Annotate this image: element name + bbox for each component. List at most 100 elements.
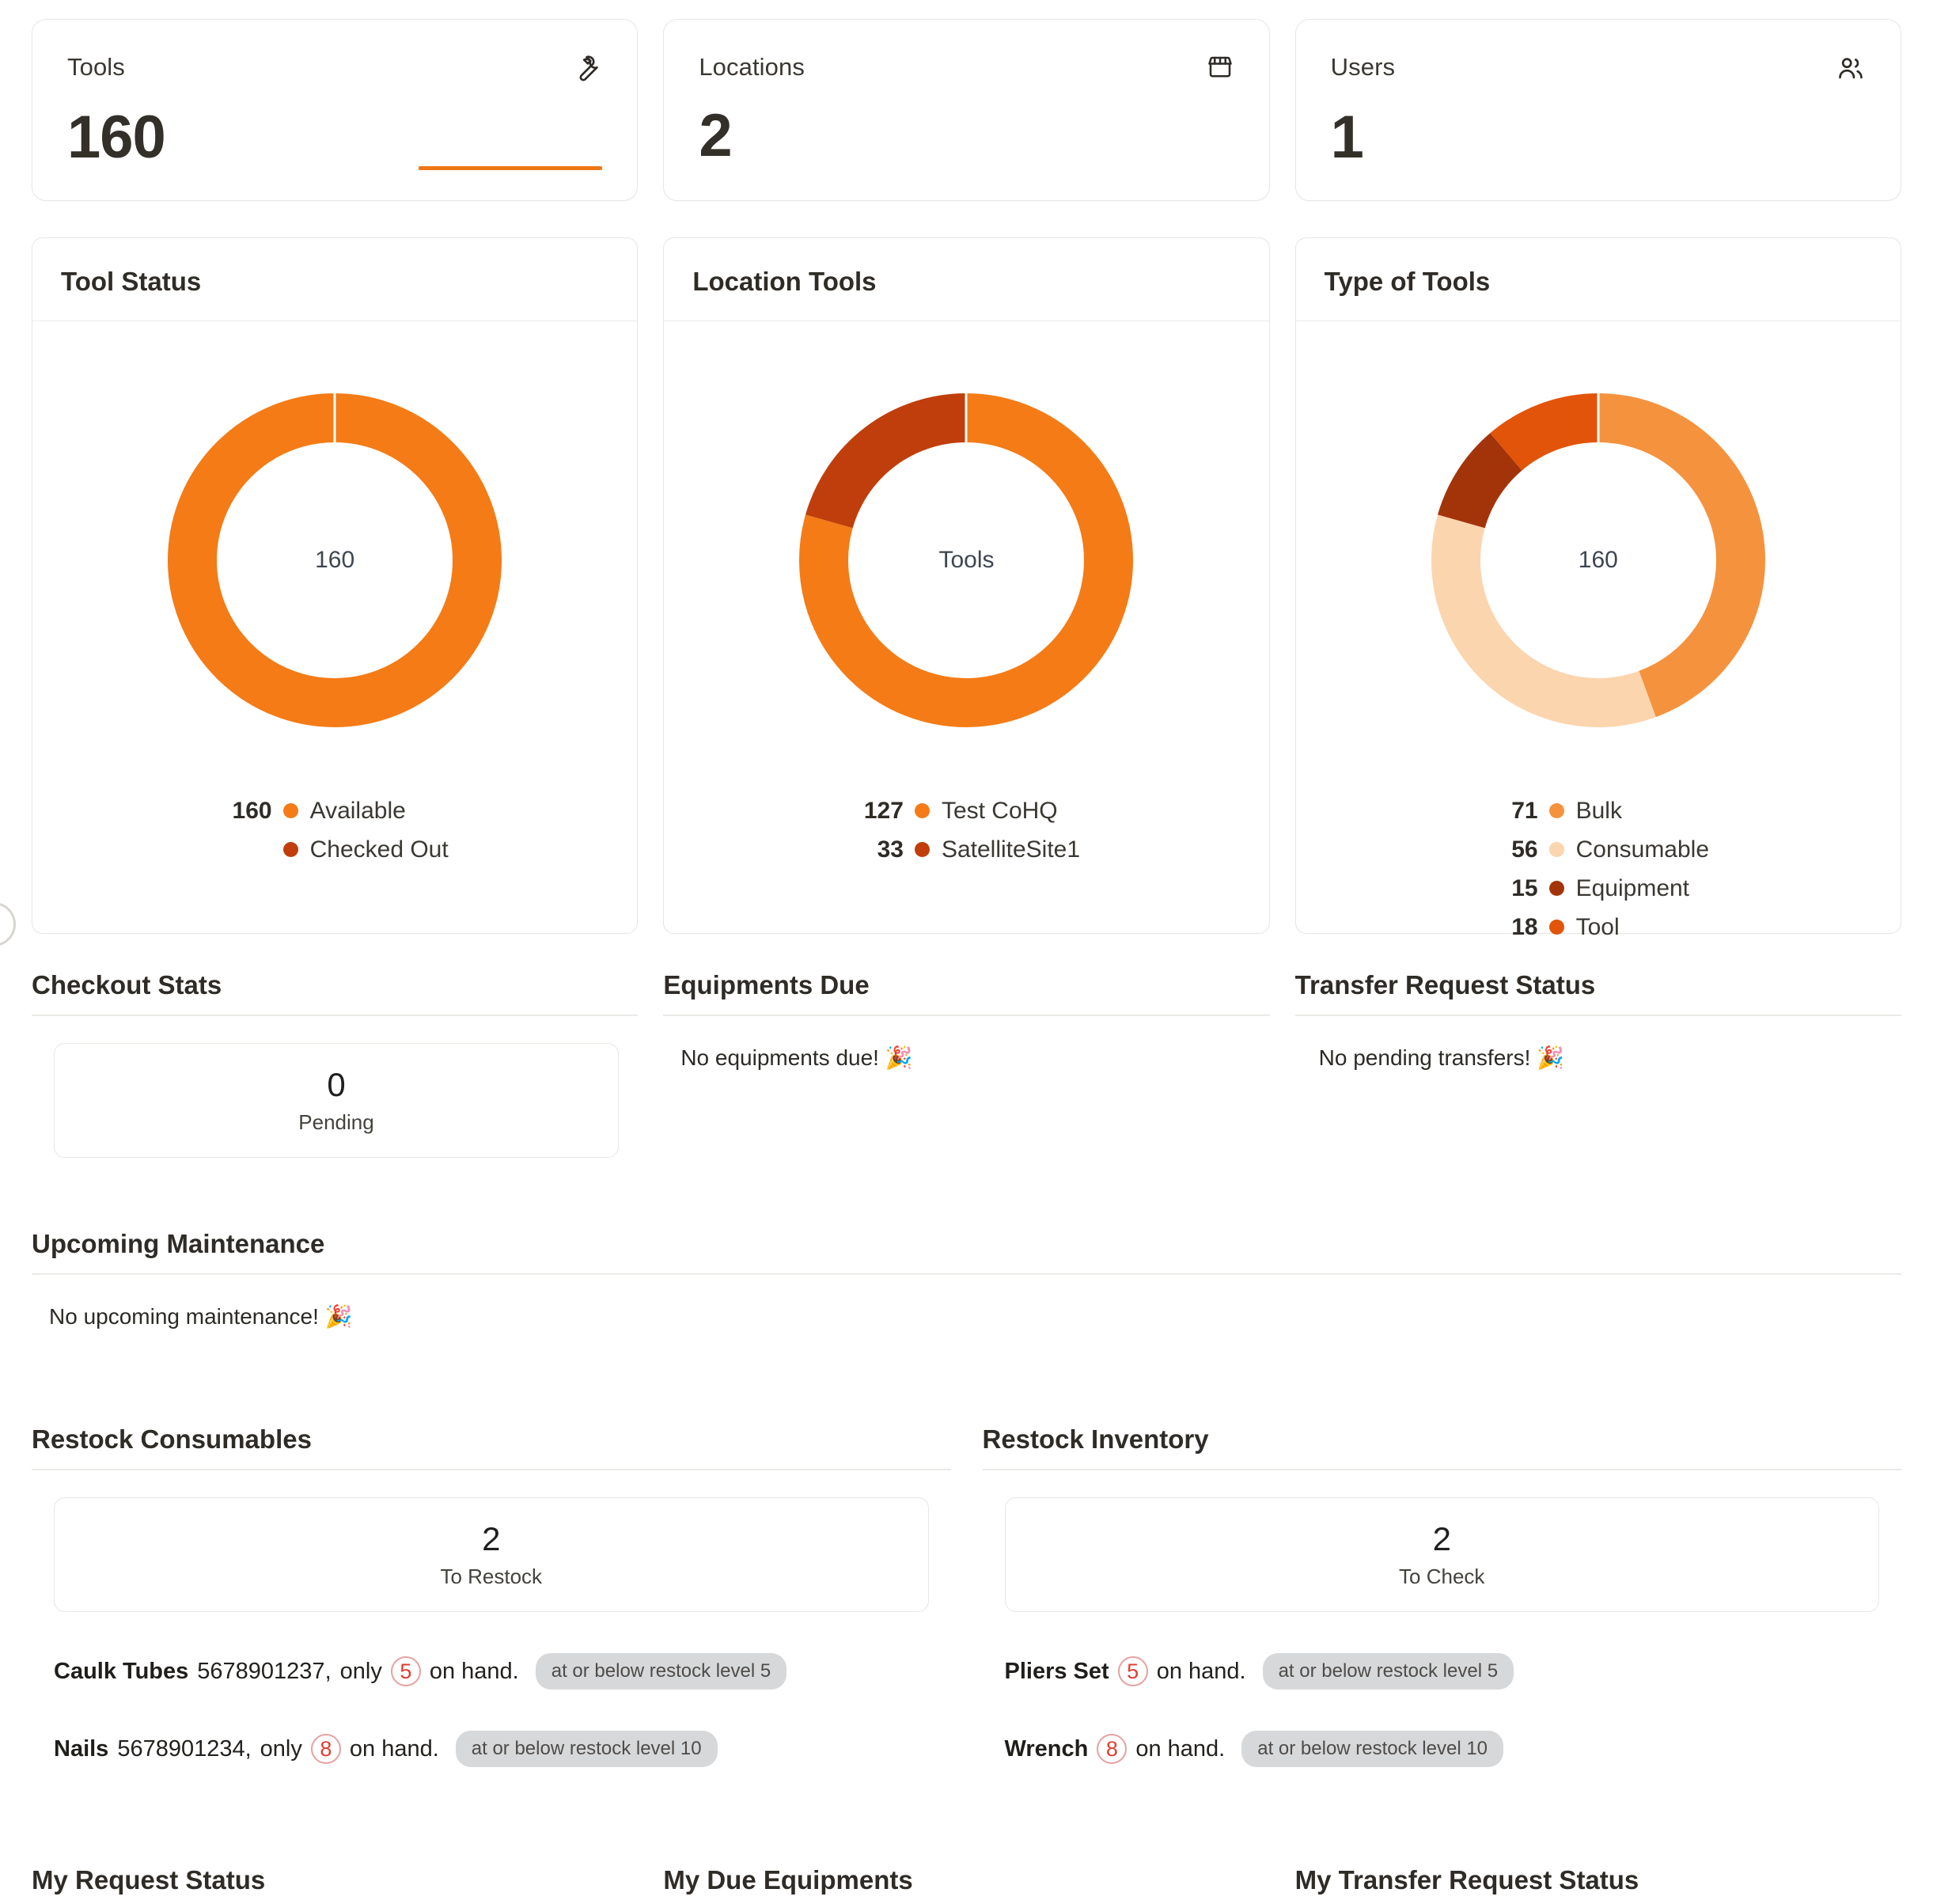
section-my-due-equipments: My Due Equipments You do not have any eq… [663,1865,1269,1904]
stat-card-tools[interactable]: Tools 160 [32,19,639,201]
stat-card-locations[interactable]: Locations 2 [663,19,1270,201]
chart-legend: 127 Test CoHQ 33 SatelliteSite1 [853,795,1080,866]
users-icon [1836,53,1866,87]
legend-label: Test CoHQ [941,797,1058,824]
section-title: My Request Status [32,1865,638,1904]
legend-item[interactable]: 18 Tool [1488,911,1709,943]
legend-dot-cell [1546,803,1568,818]
storefront-icon [1206,53,1234,85]
legend-dot-cell [280,803,302,818]
restock-consumables-caption: To Restock [440,1565,543,1589]
restock-qty-chip: 5 [1117,1656,1148,1687]
section-checkout-stats: Checkout Stats 0 Pending [32,970,639,1159]
section-restock-consumables: Restock Consumables 2 To Restock Caulk T… [32,1424,951,1768]
section-title: My Transfer Request Status [1295,1865,1901,1904]
restock-section-row: Restock Consumables 2 To Restock Caulk T… [0,1329,1933,1768]
stat-card-accent-underline [419,166,603,170]
stat-card-header: Locations [699,53,1234,85]
restock-item-only: only [339,1658,382,1684]
chart-legend: 71 Bulk 56 Consumable 15 Equipment 18 To… [1488,795,1709,943]
legend-value: 71 [1511,797,1538,824]
donut-center-label: 160 [1578,547,1618,573]
stat-card-value: 2 [699,102,732,169]
legend-dot-cell [912,803,934,818]
restock-item-name: Wrench [1004,1735,1089,1762]
status-section-row: Checkout Stats 0 Pending Equipments Due … [0,934,1933,1159]
legend-label: Bulk [1575,797,1622,824]
legend-value: 15 [1511,874,1538,901]
stat-card-header: Users [1331,53,1866,87]
type-of-tools-donut[interactable]: 160 [1408,370,1788,750]
restock-item-name: Nails [54,1735,109,1762]
legend-color-dot [915,842,930,857]
legend-color-dot [1549,803,1565,818]
legend-item[interactable]: 15 Equipment [1488,872,1709,905]
section-title: Upcoming Maintenance [32,1229,1901,1276]
section-title: Restock Consumables [32,1424,951,1471]
section-title: Restock Inventory [982,1424,1901,1471]
stat-card-value: 160 [67,104,166,171]
legend-item[interactable]: 33 SatelliteSite1 [853,833,1080,866]
legend-value: 33 [877,836,904,863]
legend-dot-cell [912,842,934,857]
chart-card-type-of-tools: Type of Tools 160 71 Bulk 56 Consumable … [1294,237,1901,940]
restock-level-badge: at or below restock level 5 [535,1653,787,1690]
stat-card-header: Tools [67,53,602,87]
section-transfer-request-status: Transfer Request Status No pending trans… [1294,970,1901,1158]
section-title: Checkout Stats [32,970,639,1016]
tool-status-donut[interactable]: 160 [145,370,525,750]
checkout-pending-caption: Pending [298,1110,374,1135]
section-equipments-due: Equipments Due No equipments due! 🎉 [663,970,1270,1158]
restock-consumables-count-box[interactable]: 2 To Restock [54,1497,929,1613]
equipments-due-empty-text: No equipments due! 🎉 [680,1045,913,1070]
restock-item-row[interactable]: Pliers Set 5 on hand. at or below restoc… [983,1653,1902,1690]
restock-item-row[interactable]: Wrench 8 on hand. at or below restock le… [983,1731,1902,1768]
stat-card-users[interactable]: Users 1 [1294,19,1901,201]
legend-label: Checked Out [309,836,449,863]
legend-label: SatelliteSite1 [941,836,1081,863]
stat-card-label: Locations [699,53,805,81]
restock-item-suffix: on hand. [1156,1658,1246,1684]
checkout-pending-box[interactable]: 0 Pending [54,1043,619,1159]
section-restock-inventory: Restock Inventory 2 To Check Pliers Set … [982,1424,1902,1768]
legend-dot-cell [280,842,302,857]
restock-item-name: Pliers Set [1004,1658,1109,1684]
transfer-request-empty-text: No pending transfers! 🎉 [1318,1045,1565,1070]
section-title: My Due Equipments [663,1865,1269,1904]
legend-dot-cell [1546,842,1568,857]
restock-qty-chip: 8 [310,1734,341,1765]
restock-item-row[interactable]: Caulk Tubes 5678901237, only 5 on hand. … [32,1653,951,1690]
upcoming-maintenance-empty-text: No upcoming maintenance! 🎉 [49,1304,353,1329]
legend-value: 160 [232,797,272,824]
stat-card-label: Tools [67,53,125,81]
legend-item[interactable]: 160 Available [222,795,449,827]
restock-level-badge: at or below restock level 10 [1241,1731,1504,1768]
restock-inventory-count-box[interactable]: 2 To Check [1004,1497,1879,1613]
donut-center-label: 160 [315,547,355,573]
legend-value: 127 [863,797,904,824]
legend-label: Consumable [1575,836,1710,863]
legend-value: 56 [1511,836,1538,863]
stat-card-value: 1 [1330,104,1364,171]
legend-color-dot [915,803,930,818]
location-tools-donut[interactable]: Tools [776,370,1156,750]
stat-card-label: Users [1330,53,1396,81]
my-status-section-row: My Request Status You do not have any pe… [0,1767,1933,1904]
legend-dot-cell [1546,920,1568,935]
restock-item-row[interactable]: Nails 5678901234, only 8 on hand. at or … [32,1731,951,1768]
restock-item-suffix: on hand. [1135,1735,1226,1762]
legend-item[interactable]: 71 Bulk [1488,795,1709,827]
restock-qty-chip: 5 [390,1656,421,1687]
wrench-icon [572,53,602,87]
legend-color-dot [1549,920,1565,935]
restock-item-name: Caulk Tubes [54,1658,189,1684]
legend-color-dot [1549,881,1565,896]
restock-item-sku: 5678901234, [117,1735,252,1762]
legend-item[interactable]: 127 Test CoHQ [853,795,1080,827]
chart-body: 160 160 Available Checked Out [32,321,637,933]
legend-dot-cell [1546,881,1568,896]
legend-color-dot [283,842,299,857]
legend-item[interactable]: Checked Out [222,833,449,866]
restock-inventory-caption: To Check [1399,1565,1485,1589]
legend-item[interactable]: 56 Consumable [1488,833,1709,866]
